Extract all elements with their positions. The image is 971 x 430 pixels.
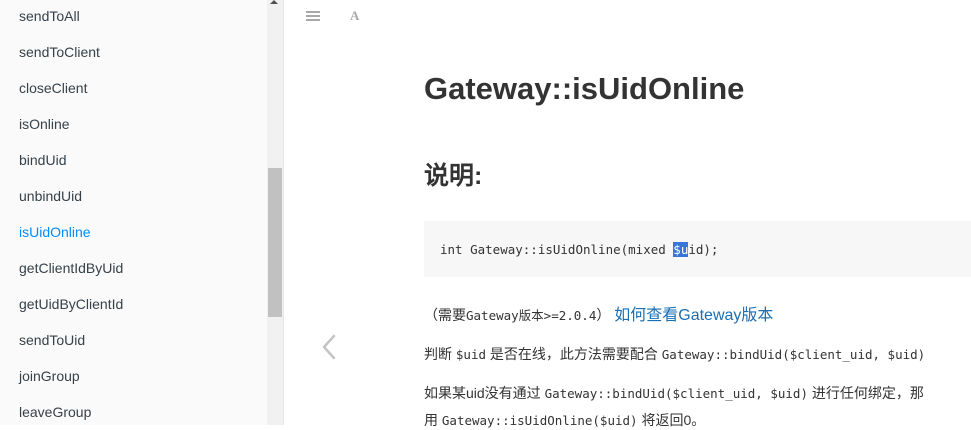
description-paragraph: 判断 $uid 是否在线，此方法需要配合 Gateway::bindUid($c… bbox=[424, 346, 926, 362]
code-block: int Gateway::isUidOnline(mixed $uid); bbox=[424, 221, 971, 277]
note-paragraph-line-1: 如果某uid没有通过 Gateway::bindUid($client_uid,… bbox=[424, 385, 924, 401]
sidebar-item-joingroup[interactable]: joinGroup bbox=[19, 368, 80, 384]
sidebar: sendToAll sendToClient closeClient isOnl… bbox=[0, 0, 267, 425]
sidebar-item-getuidbyclientid[interactable]: getUidByClientId bbox=[19, 296, 123, 312]
sidebar-item-getclientidbyuid[interactable]: getClientIdByUid bbox=[19, 260, 123, 276]
sidebar-item-unbinduid[interactable]: unbindUid bbox=[19, 188, 82, 204]
sidebar-item-sendtoall[interactable]: sendToAll bbox=[19, 8, 80, 24]
sidebar-item-closeclient[interactable]: closeClient bbox=[19, 80, 87, 96]
scroll-up-arrow-icon[interactable] bbox=[270, 0, 278, 4]
sidebar-item-leavegroup[interactable]: leaveGroup bbox=[19, 404, 91, 420]
chevron-left-icon[interactable] bbox=[318, 332, 342, 362]
section-heading: 说明: bbox=[424, 162, 483, 190]
code-text[interactable]: int Gateway::isUidOnline(mixed $uid); bbox=[440, 242, 718, 257]
sidebar-item-binduid[interactable]: bindUid bbox=[19, 152, 66, 168]
sidebar-divider bbox=[283, 0, 284, 425]
sidebar-item-isonline[interactable]: isOnline bbox=[19, 116, 70, 132]
sidebar-item-sendtoclient[interactable]: sendToClient bbox=[19, 44, 100, 60]
menu-icon[interactable] bbox=[306, 10, 322, 24]
page-title: Gateway::isUidOnline bbox=[424, 71, 745, 106]
sidebar-scrollbar-thumb[interactable] bbox=[268, 168, 282, 317]
font-settings-icon[interactable]: A bbox=[350, 8, 359, 24]
selected-text: $u bbox=[673, 242, 689, 257]
note-paragraph-line-2: 用 Gateway::isUidOnline($uid) 将返回0。 bbox=[424, 412, 706, 428]
version-help-link[interactable]: 如何查看Gateway版本 bbox=[614, 307, 773, 324]
version-note: （需要Gateway版本>=2.0.4） 如何查看Gateway版本 bbox=[424, 307, 774, 324]
sidebar-item-isuidonline[interactable]: isUidOnline bbox=[19, 224, 91, 240]
sidebar-item-sendtouid[interactable]: sendToUid bbox=[19, 332, 85, 348]
